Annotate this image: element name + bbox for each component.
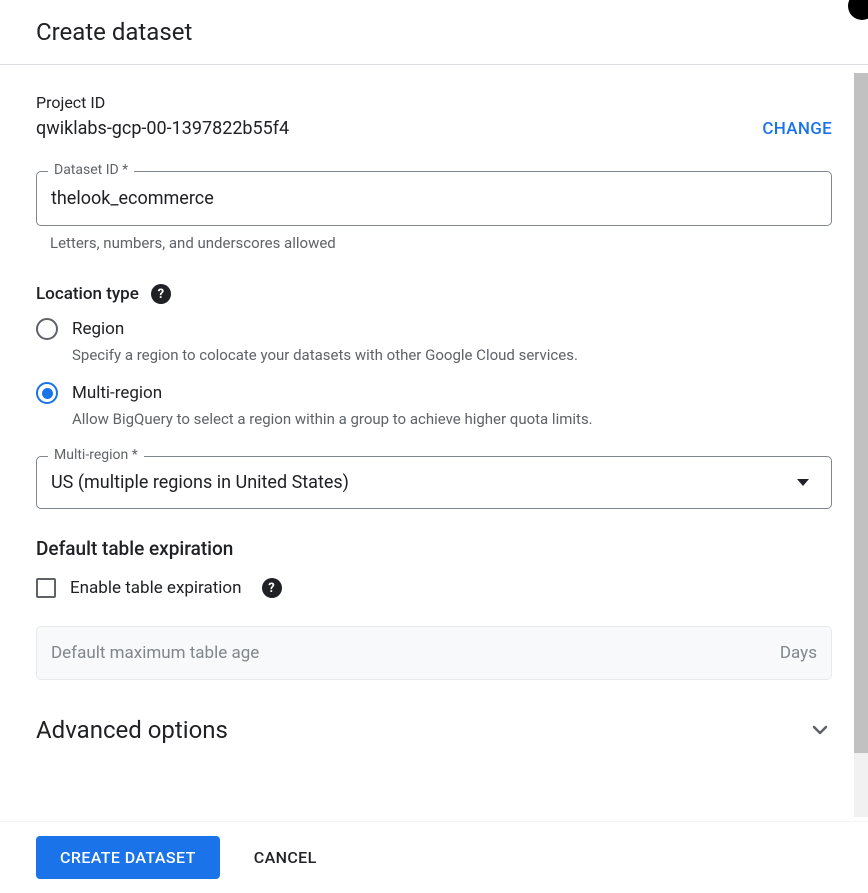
dropdown-arrow-icon (797, 479, 809, 486)
radio-desc-multiregion: Allow BigQuery to select a region within… (72, 410, 832, 428)
cancel-button[interactable]: CANCEL (246, 836, 325, 879)
dataset-id-label: Dataset ID * (48, 162, 134, 178)
page-title: Create dataset (36, 18, 832, 46)
radio-label-region: Region (72, 319, 124, 339)
advanced-options-toggle[interactable]: Advanced options (36, 712, 832, 748)
location-type-title: Location type ? (36, 284, 832, 304)
dialog-footer: CREATE DATASET CANCEL (0, 821, 868, 893)
scrollbar-track (854, 73, 868, 817)
project-row: Project ID qwiklabs-gcp-00-1397822b55f4 … (36, 93, 832, 139)
enable-expiration-checkbox[interactable] (36, 578, 56, 598)
expiration-title: Default table expiration (36, 537, 832, 560)
project-id-label: Project ID (36, 93, 289, 112)
dataset-id-input[interactable] (36, 171, 832, 226)
expiration-help-icon[interactable]: ? (262, 578, 282, 598)
project-id-value: qwiklabs-gcp-00-1397822b55f4 (36, 118, 289, 139)
radio-option-multiregion: Multi-region Allow BigQuery to select a … (36, 382, 832, 428)
table-age-field: Default maximum table age Days (36, 626, 832, 680)
advanced-options-title: Advanced options (36, 716, 228, 744)
multiregion-value: US (multiple regions in United States) (51, 472, 349, 493)
radio-circle-region (36, 318, 58, 340)
chevron-down-icon (808, 718, 832, 742)
radio-multiregion[interactable]: Multi-region (36, 382, 832, 404)
radio-desc-region: Specify a region to colocate your datase… (72, 346, 832, 364)
radio-region[interactable]: Region (36, 318, 832, 340)
dataset-id-helper: Letters, numbers, and underscores allowe… (50, 234, 832, 252)
location-type-label: Location type (36, 284, 139, 304)
scrollbar-thumb[interactable] (854, 73, 868, 753)
dialog-header: Create dataset (0, 0, 868, 65)
dialog-content: Project ID qwiklabs-gcp-00-1397822b55f4 … (0, 65, 868, 809)
radio-option-region: Region Specify a region to colocate your… (36, 318, 832, 364)
multiregion-select-container: Multi-region * US (multiple regions in U… (36, 456, 832, 509)
project-info: Project ID qwiklabs-gcp-00-1397822b55f4 (36, 93, 289, 139)
radio-circle-multiregion (36, 382, 58, 404)
create-dataset-button[interactable]: CREATE DATASET (36, 836, 220, 879)
multiregion-label: Multi-region * (48, 447, 144, 463)
change-project-link[interactable]: CHANGE (762, 119, 832, 139)
enable-expiration-label: Enable table expiration (70, 578, 242, 598)
location-help-icon[interactable]: ? (151, 284, 171, 304)
expiration-checkbox-row: Enable table expiration ? (36, 578, 832, 598)
dataset-id-field: Dataset ID * (36, 171, 832, 226)
multiregion-select[interactable]: US (multiple regions in United States) (36, 456, 832, 509)
table-age-unit: Days (780, 643, 817, 663)
radio-label-multiregion: Multi-region (72, 383, 162, 403)
table-age-placeholder: Default maximum table age (51, 643, 259, 663)
